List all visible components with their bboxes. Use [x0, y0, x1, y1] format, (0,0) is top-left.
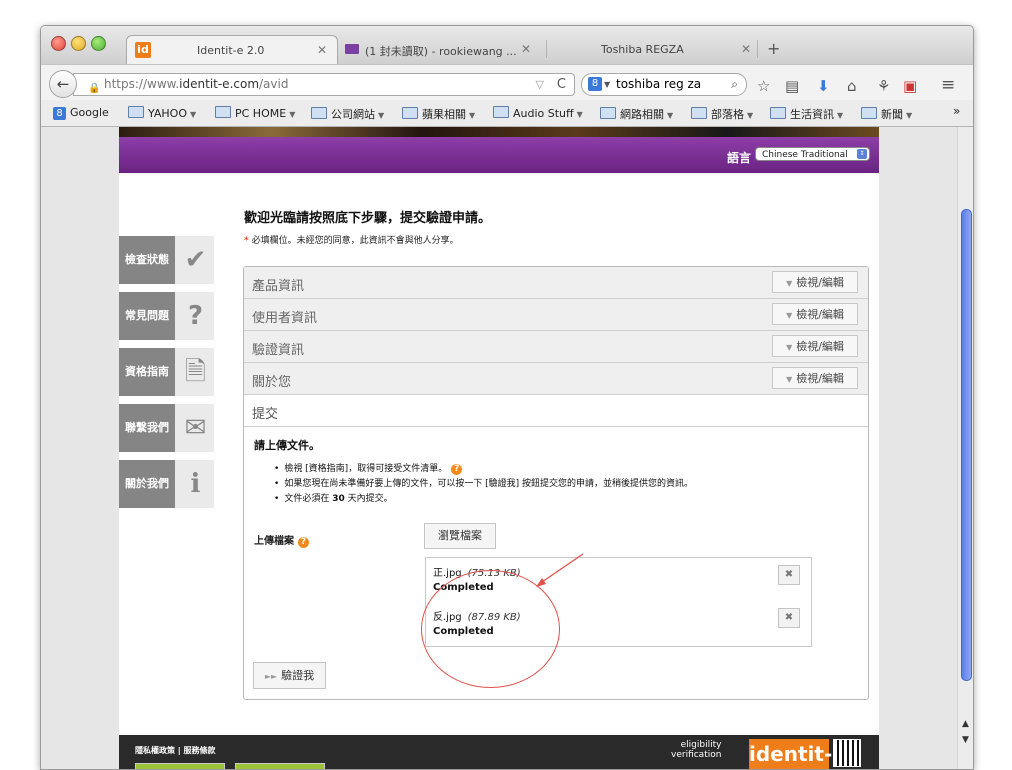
url-text: https://www.identit-e.com/avid: [104, 77, 289, 91]
tab-title: Toshiba REGZA: [601, 43, 684, 56]
back-button[interactable]: ←: [49, 70, 77, 98]
tab-identit-e[interactable]: id Identit-e 2.0 ✕: [126, 35, 338, 65]
folder-icon: [770, 107, 786, 119]
scrollbar-thumb[interactable]: [961, 209, 972, 681]
bookmark-folder-apple[interactable]: 蘋果相關 ▼: [402, 106, 475, 122]
folder-icon: [861, 107, 877, 119]
scroll-up-icon[interactable]: ▲: [962, 719, 969, 729]
reload-icon[interactable]: C: [557, 74, 566, 95]
bookmark-folder-audio[interactable]: Audio Stuff ▼: [493, 106, 583, 120]
google-search-engine-icon[interactable]: 8: [588, 77, 602, 91]
url-dropdown-icon[interactable]: ▽: [536, 74, 544, 95]
vertical-scrollbar[interactable]: ▲ ▼: [957, 127, 973, 769]
bookmark-folder-network[interactable]: 網路相關 ▼: [600, 106, 673, 122]
mail-favicon-icon: [345, 44, 359, 54]
folder-icon: [691, 107, 707, 119]
folder-icon: [311, 107, 327, 119]
bookmark-folder-news[interactable]: 新聞 ▼: [861, 106, 912, 122]
zoom-window-button[interactable]: [91, 36, 106, 51]
folder-icon: [493, 106, 509, 118]
tab-separator: [546, 40, 547, 58]
tab-title: (1 封未讀取) - rookiewang ...: [365, 45, 517, 58]
extension-icon[interactable]: ▣: [903, 77, 917, 95]
search-bar[interactable]: 8 ▼ toshiba reg za ⌕: [581, 73, 747, 96]
bookmarks-overflow-icon[interactable]: »: [953, 104, 960, 118]
downloads-icon[interactable]: ⬇: [817, 77, 830, 95]
bookmark-folder-yahoo[interactable]: YAHOO ▼: [128, 106, 196, 120]
tab-close-icon[interactable]: ✕: [317, 43, 327, 57]
search-icon[interactable]: ⌕: [731, 74, 738, 95]
reading-list-icon[interactable]: ▤: [785, 77, 799, 95]
tab-separator: [757, 40, 758, 58]
folder-icon: [128, 106, 144, 118]
bookmark-folder-company[interactable]: 公司網站 ▼: [311, 106, 384, 122]
bookmark-google[interactable]: 8 Google: [53, 106, 109, 120]
addon-icon[interactable]: ⚘: [877, 77, 890, 95]
identit-e-favicon-icon: id: [135, 42, 151, 58]
google-icon: 8: [53, 107, 66, 120]
search-engine-dropdown-icon[interactable]: ▼: [604, 74, 610, 95]
bookmarks-bar: 8 Google YAHOO ▼ PC HOME ▼ 公司網站 ▼ 蘋果相關 ▼ Audi…: [41, 100, 973, 127]
bookmark-folder-blog[interactable]: 部落格 ▼: [691, 106, 753, 122]
lock-icon: 🔒: [88, 83, 101, 94]
folder-icon: [215, 106, 231, 118]
url-bar[interactable]: 🔒 https://www.identit-e.com/avid ▽ C: [73, 73, 575, 96]
annotation-arrow: [536, 553, 584, 587]
menu-icon[interactable]: ≡: [941, 75, 955, 95]
tab-close-icon[interactable]: ✕: [521, 42, 531, 56]
scroll-down-icon[interactable]: ▼: [962, 735, 969, 745]
tab-mail[interactable]: (1 封未讀取) - rookiewang ... ✕: [341, 35, 541, 64]
tab-toshiba[interactable]: Toshiba REGZA ✕: [551, 35, 761, 64]
tab-title: Identit-e 2.0: [197, 44, 265, 57]
folder-icon: [402, 107, 418, 119]
close-window-button[interactable]: [51, 36, 66, 51]
new-tab-plus-icon[interactable]: +: [767, 39, 780, 58]
browser-window: id Identit-e 2.0 ✕ (1 封未讀取) - rookiewang…: [40, 25, 974, 770]
bookmark-star-icon[interactable]: ☆: [757, 77, 770, 95]
tab-close-icon[interactable]: ✕: [741, 42, 751, 56]
folder-icon: [600, 107, 616, 119]
bookmark-folder-pchome[interactable]: PC HOME ▼: [215, 106, 295, 120]
bookmark-folder-life[interactable]: 生活資訊 ▼: [770, 106, 843, 122]
navigation-bar: 🔒 https://www.identit-e.com/avid ▽ C ← 8…: [41, 64, 973, 101]
home-icon[interactable]: ⌂: [847, 77, 857, 95]
tab-strip: id Identit-e 2.0 ✕ (1 封未讀取) - rookiewang…: [41, 26, 973, 65]
search-query: toshiba reg za: [616, 77, 702, 91]
page-viewport: 語言 Chinese Traditional ↕ 檢查狀態 ✔ 常見問題 ? 資…: [41, 127, 957, 769]
minimize-window-button[interactable]: [71, 36, 86, 51]
